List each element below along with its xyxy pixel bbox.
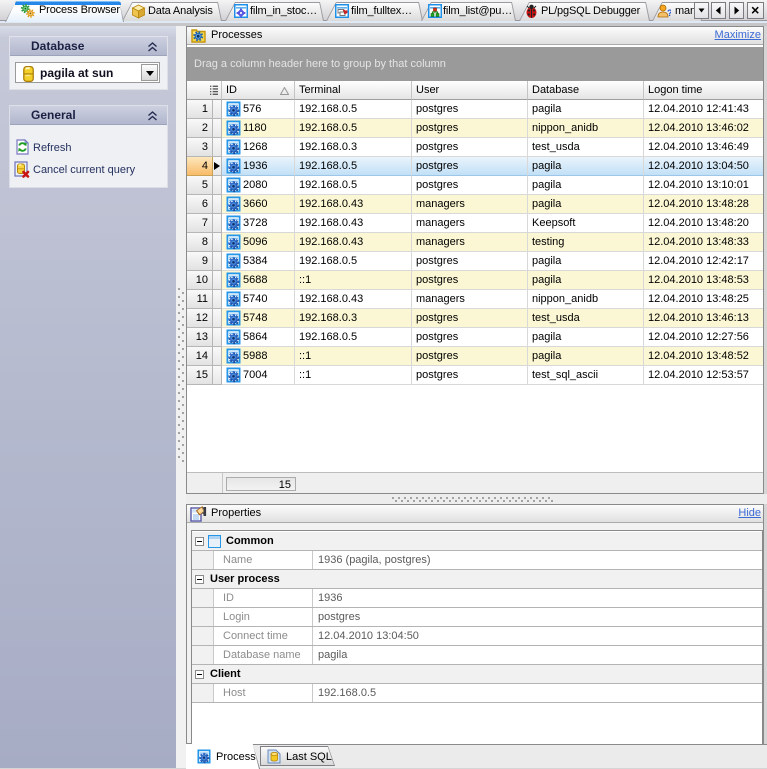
svg-text:?: ? xyxy=(667,8,671,18)
